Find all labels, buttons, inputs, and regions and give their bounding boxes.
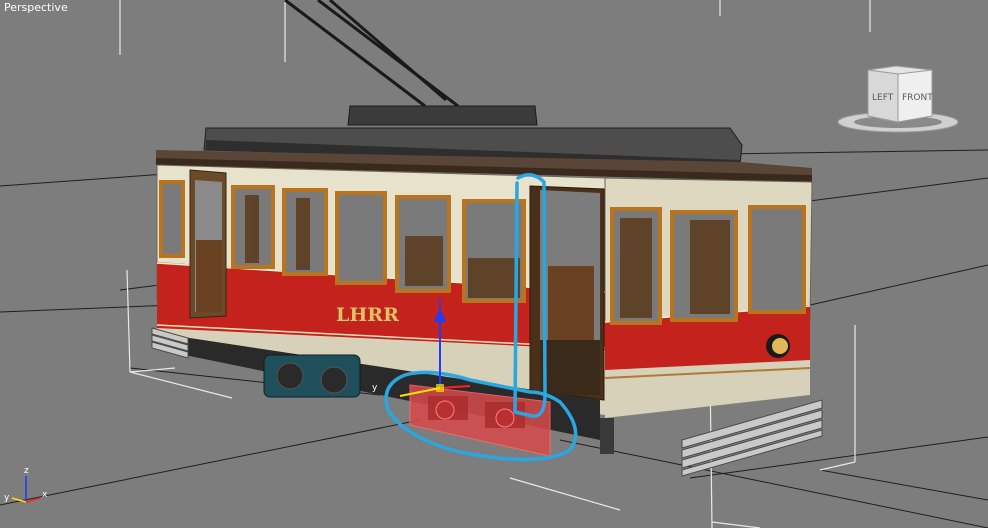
gizmo-y-label: y [372,383,378,393]
viewport-label[interactable]: Perspective [4,1,68,14]
tripod-x-label: x [42,490,48,500]
tram-doorway-rear [529,185,605,401]
perspective-viewport[interactable]: LHRR z y Perspective LEFT FRONT z y x [0,0,988,528]
trolley-poles [284,0,459,108]
gizmo-z-label: z [437,296,442,306]
viewcube-left-label: LEFT [872,93,894,103]
tram-lettering: LHRR [336,304,399,326]
viewcube[interactable]: LEFT FRONT [836,64,960,136]
viewcube-front-label: FRONT [902,93,933,103]
tram-headlight [766,334,790,358]
axis-tripod: z y x [4,466,48,503]
tripod-y-label: y [4,493,10,503]
tram-bumper-rear [681,399,823,477]
tripod-z-label: z [24,466,29,476]
tram-doorway-front [189,169,227,319]
